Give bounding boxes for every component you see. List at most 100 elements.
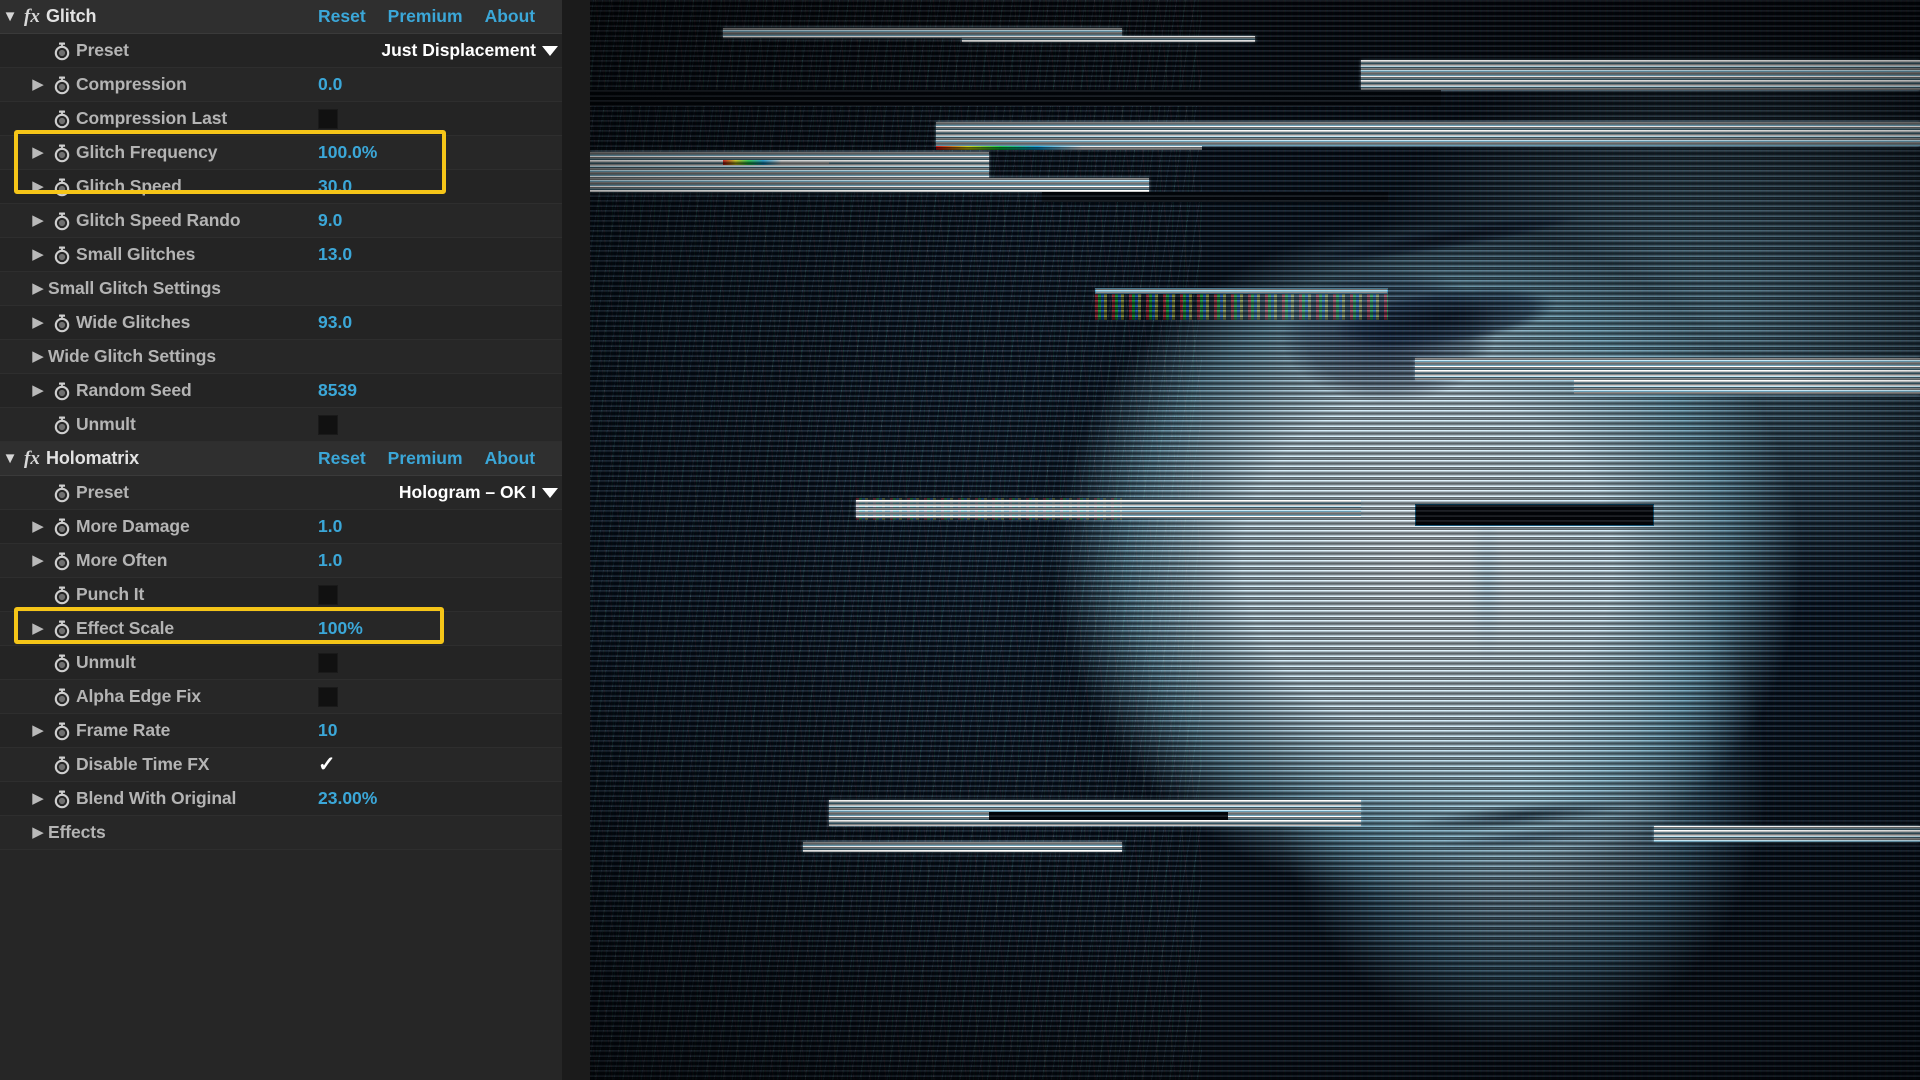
effect-header-row[interactable]: ▼ fx Holomatrix Reset Premium About (0, 442, 562, 476)
disclosure-triangle-icon[interactable]: ▶ (28, 145, 48, 160)
parameter-value[interactable]: 8539 (318, 380, 357, 401)
stopwatch-icon[interactable] (48, 41, 76, 61)
checkbox-unchecked[interactable] (318, 584, 338, 605)
parameter-row[interactable]: Preset Just Displacement (0, 34, 562, 68)
chevron-down-icon[interactable] (542, 487, 558, 498)
parameter-value[interactable]: 0.0 (318, 74, 342, 95)
parameter-value[interactable]: 100% (318, 618, 363, 639)
disclosure-triangle-icon[interactable]: ▶ (28, 281, 48, 296)
stopwatch-icon[interactable] (48, 245, 76, 265)
panel-divider (562, 0, 590, 1080)
parameter-row[interactable]: Compression Last (0, 102, 562, 136)
stopwatch-icon[interactable] (48, 789, 76, 809)
stopwatch-icon[interactable] (48, 653, 76, 673)
parameter-row[interactable]: ▶ Effect Scale 100% (0, 612, 562, 646)
reset-link[interactable]: Reset (318, 448, 366, 469)
disclosure-triangle-icon[interactable]: ▶ (28, 247, 48, 262)
disclosure-triangle-icon[interactable]: ▼ (0, 9, 20, 24)
parameter-label: Glitch Frequency (76, 142, 218, 162)
parameter-label: Frame Rate (76, 720, 171, 740)
stopwatch-icon[interactable] (48, 211, 76, 231)
stopwatch-icon[interactable] (48, 381, 76, 401)
parameter-value[interactable]: 100.0% (318, 142, 377, 163)
parameter-value[interactable]: 23.00% (318, 788, 377, 809)
parameter-label: Small Glitches (76, 244, 196, 264)
stopwatch-icon[interactable] (48, 721, 76, 741)
parameter-row[interactable]: Disable Time FX ✓ (0, 748, 562, 782)
parameter-row[interactable]: ▶ Compression 0.0 (0, 68, 562, 102)
parameter-row[interactable]: ▶ More Damage 1.0 (0, 510, 562, 544)
stopwatch-icon[interactable] (48, 551, 76, 571)
disclosure-triangle-icon[interactable]: ▶ (28, 723, 48, 738)
parameter-value[interactable]: 13.0 (318, 244, 352, 265)
parameter-group-row[interactable]: ▶ Small Glitch Settings (0, 272, 562, 306)
parameter-value[interactable]: 1.0 (318, 550, 342, 571)
glitch-noise-block (856, 498, 1122, 520)
checkbox-unchecked[interactable] (318, 652, 338, 673)
stopwatch-icon[interactable] (48, 177, 76, 197)
parameter-row[interactable]: ▶ More Often 1.0 (0, 544, 562, 578)
about-link[interactable]: About (485, 6, 536, 27)
video-preview[interactable] (590, 0, 1920, 1080)
stopwatch-icon[interactable] (48, 109, 76, 129)
disclosure-triangle-icon[interactable]: ▼ (0, 451, 20, 466)
parameter-group-row[interactable]: ▶ Wide Glitch Settings (0, 340, 562, 374)
disclosure-triangle-icon[interactable]: ▶ (28, 349, 48, 364)
parameter-group-row[interactable]: ▶ Effects (0, 816, 562, 850)
parameter-value-cell: 10 (318, 714, 562, 747)
disclosure-triangle-icon[interactable]: ▶ (28, 621, 48, 636)
stopwatch-icon[interactable] (48, 313, 76, 333)
stopwatch-icon[interactable] (48, 517, 76, 537)
disclosure-triangle-icon[interactable]: ▶ (28, 519, 48, 534)
parameter-row[interactable]: ▶ Random Seed 8539 (0, 374, 562, 408)
parameter-row[interactable]: ▶ Wide Glitches 93.0 (0, 306, 562, 340)
preset-dropdown-value[interactable]: Just Displacement (381, 40, 536, 61)
parameter-row[interactable]: ▶ Small Glitches 13.0 (0, 238, 562, 272)
parameter-row[interactable]: Punch It (0, 578, 562, 612)
stopwatch-icon[interactable] (48, 415, 76, 435)
parameter-value-cell (318, 102, 562, 135)
parameter-row[interactable]: Unmult (0, 408, 562, 442)
parameter-value[interactable]: 30.0 (318, 176, 352, 197)
stopwatch-icon[interactable] (48, 483, 76, 503)
preset-dropdown-value[interactable]: Hologram – OK I (399, 482, 536, 503)
parameter-row[interactable]: ▶ Glitch Speed Rando 9.0 (0, 204, 562, 238)
checkbox-unchecked[interactable] (318, 414, 338, 435)
parameter-label: Small Glitch Settings (48, 278, 221, 298)
stopwatch-icon[interactable] (48, 143, 76, 163)
stopwatch-icon[interactable] (48, 75, 76, 95)
parameter-value[interactable]: 93.0 (318, 312, 352, 333)
about-link[interactable]: About (485, 448, 536, 469)
parameter-row[interactable]: Alpha Edge Fix (0, 680, 562, 714)
parameter-row[interactable]: Unmult (0, 646, 562, 680)
disclosure-triangle-icon[interactable]: ▶ (28, 213, 48, 228)
stopwatch-icon[interactable] (48, 687, 76, 707)
stopwatch-icon[interactable] (48, 755, 76, 775)
parameter-row[interactable]: Preset Hologram – OK I (0, 476, 562, 510)
parameter-row[interactable]: ▶ Glitch Frequency 100.0% (0, 136, 562, 170)
parameter-value[interactable]: 1.0 (318, 516, 342, 537)
reset-link[interactable]: Reset (318, 6, 366, 27)
disclosure-triangle-icon[interactable]: ▶ (28, 791, 48, 806)
parameter-row[interactable]: ▶ Blend With Original 23.00% (0, 782, 562, 816)
parameter-row[interactable]: ▶ Frame Rate 10 (0, 714, 562, 748)
parameter-row[interactable]: ▶ Glitch Speed 30.0 (0, 170, 562, 204)
checkbox-unchecked[interactable] (318, 686, 338, 707)
parameter-label: Wide Glitch Settings (48, 346, 216, 366)
checkbox-checked[interactable]: ✓ (318, 754, 336, 775)
disclosure-triangle-icon[interactable]: ▶ (28, 383, 48, 398)
checkbox-unchecked[interactable] (318, 108, 338, 129)
premium-link[interactable]: Premium (388, 448, 463, 469)
disclosure-triangle-icon[interactable]: ▶ (28, 77, 48, 92)
stopwatch-icon[interactable] (48, 585, 76, 605)
chevron-down-icon[interactable] (542, 45, 558, 56)
disclosure-triangle-icon[interactable]: ▶ (28, 825, 48, 840)
parameter-value[interactable]: 9.0 (318, 210, 342, 231)
disclosure-triangle-icon[interactable]: ▶ (28, 315, 48, 330)
premium-link[interactable]: Premium (388, 6, 463, 27)
disclosure-triangle-icon[interactable]: ▶ (28, 553, 48, 568)
effect-header-row[interactable]: ▼ fx Glitch Reset Premium About (0, 0, 562, 34)
disclosure-triangle-icon[interactable]: ▶ (28, 179, 48, 194)
parameter-value[interactable]: 10 (318, 720, 337, 741)
stopwatch-icon[interactable] (48, 619, 76, 639)
